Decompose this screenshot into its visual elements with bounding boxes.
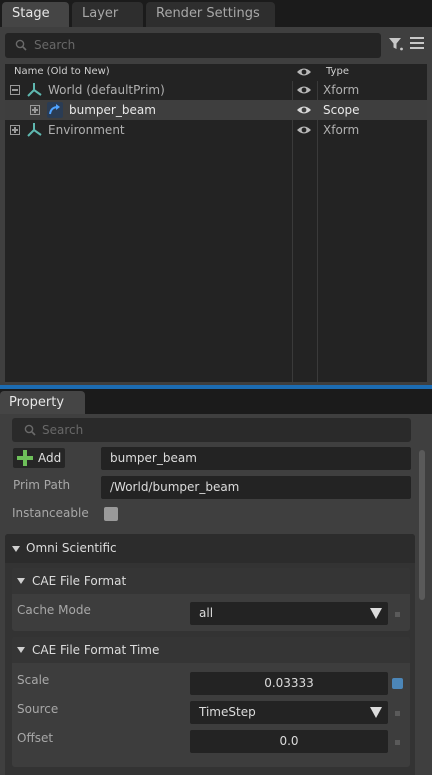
default-indicator[interactable] (395, 612, 400, 617)
stage-tree-header: Name (Old to New) Type (5, 64, 427, 81)
stage-search-placeholder: Search (34, 38, 76, 52)
expand-icon[interactable] (10, 125, 20, 135)
stage-panel: Search Name (Old to New) Type World (def… (0, 27, 432, 385)
tree-row-type: Scope (323, 103, 360, 117)
stage-search-input[interactable]: Search (5, 33, 381, 58)
modified-indicator[interactable] (392, 678, 403, 689)
tab-property[interactable]: Property (0, 391, 85, 414)
section-title: Omni Scientific (26, 541, 117, 555)
column-header-name[interactable]: Name (Old to New) (14, 66, 110, 77)
eye-icon[interactable] (296, 66, 312, 78)
cae-file-format-header[interactable]: CAE File Format (12, 568, 410, 594)
prim-path-field[interactable]: /World/bumper_beam (101, 476, 411, 499)
property-scrollbar[interactable] (419, 450, 425, 600)
tab-layer[interactable]: Layer (72, 2, 143, 27)
scope-reference-icon (47, 102, 63, 118)
offset-label: Offset (17, 731, 54, 745)
cache-mode-dropdown[interactable]: all (190, 602, 388, 625)
tree-row-environment[interactable]: Environment Xform (5, 120, 427, 140)
eye-icon[interactable] (296, 124, 312, 136)
source-value: TimeStep (199, 705, 256, 719)
collapse-triangle-icon[interactable] (17, 647, 25, 653)
cae-file-format-time-header[interactable]: CAE File Format Time (12, 637, 410, 663)
dropdown-arrow-icon (370, 707, 382, 718)
source-dropdown[interactable]: TimeStep (190, 701, 388, 724)
tree-row-label: Environment (48, 123, 125, 137)
tree-row-label: World (defaultPrim) (48, 83, 165, 97)
add-button-label: Add (38, 451, 62, 465)
eye-icon[interactable] (296, 84, 312, 96)
subsection-title: CAE File Format Time (32, 643, 160, 657)
xform-axis-icon (27, 123, 42, 137)
instanceable-checkbox[interactable] (104, 507, 118, 521)
stage-tab-bar: Stage Layer Render Settings (0, 0, 432, 27)
subsection-title: CAE File Format (32, 574, 127, 588)
collapse-icon[interactable] (10, 85, 20, 95)
prim-name-field[interactable]: bumper_beam (101, 447, 411, 470)
filter-icon[interactable] (388, 36, 404, 52)
plus-icon (17, 450, 33, 466)
collapse-triangle-icon[interactable] (12, 546, 20, 552)
scale-field[interactable]: 0.03333 (190, 672, 388, 695)
property-panel: Search Add bumper_beam Prim Path /World/… (0, 414, 432, 775)
cache-mode-value: all (199, 606, 214, 620)
tree-row-world[interactable]: World (defaultPrim) Xform (5, 80, 427, 100)
eye-icon[interactable] (296, 104, 312, 116)
tree-row-bumper-beam[interactable]: bumper_beam Scope (5, 100, 427, 120)
tree-row-type: Xform (323, 123, 360, 137)
offset-field[interactable]: 0.0 (190, 730, 388, 753)
omni-scientific-header[interactable]: Omni Scientific (5, 534, 415, 563)
hamburger-menu-icon[interactable] (410, 37, 424, 49)
property-tab-bar: Property (0, 389, 432, 414)
tree-row-label: bumper_beam (69, 103, 156, 117)
default-indicator[interactable] (395, 711, 400, 716)
property-search-input[interactable]: Search (12, 418, 411, 442)
stage-tree: Name (Old to New) Type World (defaultPri… (5, 64, 427, 382)
add-button[interactable]: Add (13, 448, 65, 468)
scale-label: Scale (17, 673, 50, 687)
expand-icon[interactable] (30, 105, 40, 115)
dropdown-arrow-icon (370, 608, 382, 619)
instanceable-label: Instanceable (12, 506, 89, 520)
search-icon (24, 424, 36, 436)
column-header-type[interactable]: Type (326, 66, 349, 77)
cae-file-format-group: CAE File Format Cache Mode all (12, 568, 410, 631)
default-indicator[interactable] (395, 740, 400, 745)
collapse-triangle-icon[interactable] (17, 578, 25, 584)
cae-file-format-time-group: CAE File Format Time Scale 0.03333 Sourc… (12, 637, 410, 767)
source-label: Source (17, 702, 59, 716)
cache-mode-label: Cache Mode (17, 603, 91, 617)
tab-stage[interactable]: Stage (2, 2, 69, 27)
tree-row-type: Xform (323, 83, 360, 97)
omni-scientific-section: Omni Scientific CAE File Format Cache Mo… (5, 534, 415, 775)
search-icon (15, 39, 27, 51)
tab-render-settings[interactable]: Render Settings (146, 2, 275, 27)
prim-path-label: Prim Path (13, 478, 71, 492)
property-search-placeholder: Search (42, 423, 84, 437)
xform-axis-icon (27, 83, 42, 97)
